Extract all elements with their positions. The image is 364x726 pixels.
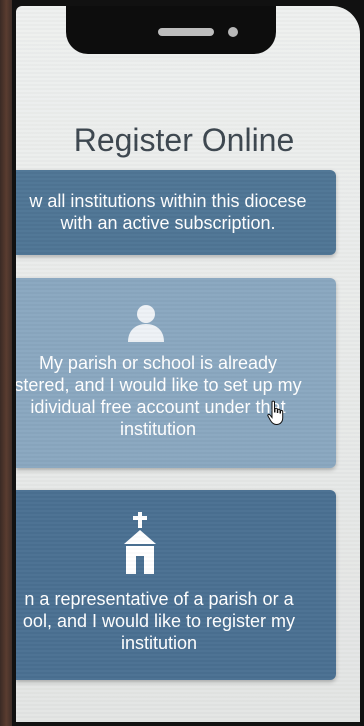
- option-text: My parish or school is already stered, a…: [16, 353, 302, 439]
- phone-screen: Register Online w all institutions withi…: [16, 6, 360, 722]
- option-register-institution[interactable]: n a representative of a parish or a ool,…: [16, 490, 336, 680]
- option-text: n a representative of a parish or a ool,…: [22, 589, 296, 653]
- person-icon: [128, 305, 164, 342]
- front-camera: [228, 27, 238, 37]
- phone-notch: [66, 6, 276, 54]
- page-title: Register Online: [73, 122, 295, 158]
- option-individual-account[interactable]: My parish or school is already stered, a…: [16, 278, 336, 468]
- church-icon: [124, 512, 156, 574]
- option-text: w all institutions within this diocese w…: [29, 191, 307, 233]
- option-view-institutions[interactable]: w all institutions within this diocese w…: [16, 170, 336, 255]
- hand-cursor-icon: [267, 400, 284, 426]
- speaker-grille: [158, 28, 214, 36]
